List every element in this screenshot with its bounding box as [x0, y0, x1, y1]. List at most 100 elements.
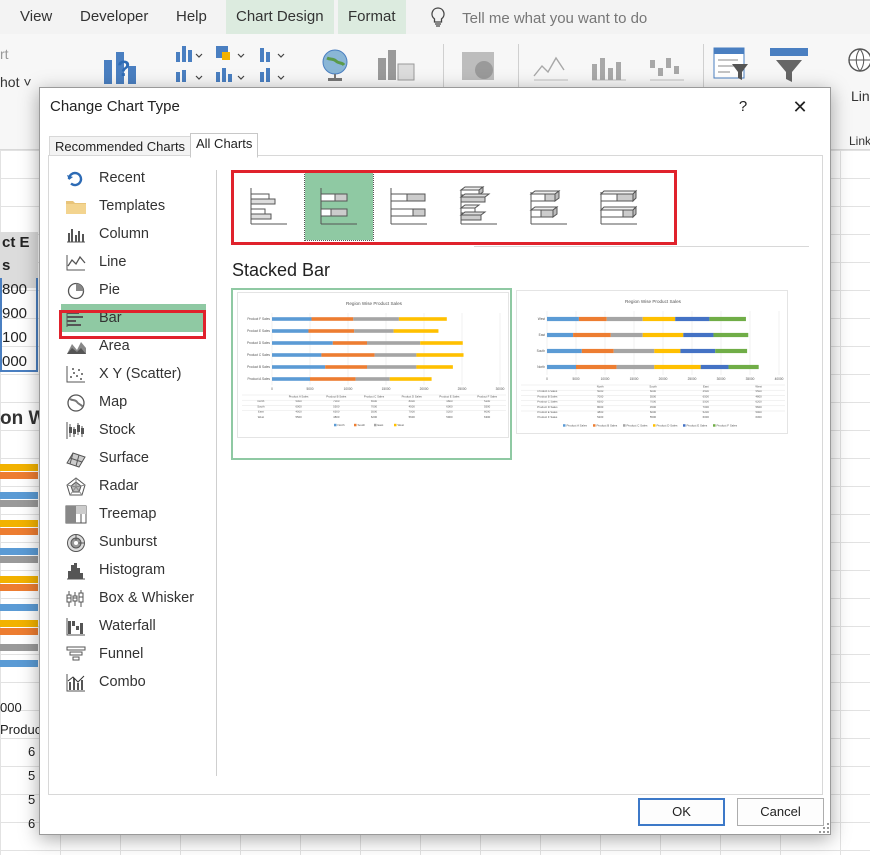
chart-type-column[interactable]: Column	[61, 220, 206, 248]
chart-type-box-whisker[interactable]: Box & Whisker	[61, 584, 206, 612]
axis-tick-label: 15000	[630, 377, 639, 381]
preview-option-1[interactable]: Region Wise Product Sales050001000015000…	[231, 288, 512, 460]
table-cell: 6000	[650, 389, 657, 393]
preview-chart-1: Region Wise Product Sales050001000015000…	[238, 293, 509, 438]
chart-type-sunburst[interactable]: Sunburst	[61, 528, 206, 556]
quick-layout-icon[interactable]	[172, 42, 302, 90]
ok-button[interactable]: OK	[638, 798, 725, 826]
chart-type-label: Histogram	[99, 562, 165, 578]
legend-entry: Product F Sales	[717, 423, 738, 427]
chart-type-radar[interactable]: Radar	[61, 472, 206, 500]
value-cell[interactable]: 100	[2, 329, 27, 346]
tell-me-box[interactable]: Tell me what you want to do	[430, 7, 647, 27]
table-cell: 6000	[446, 404, 453, 408]
pie-chart-icon	[65, 281, 87, 299]
chart-type-label: Recent	[99, 170, 145, 186]
legend-entry: East	[378, 423, 384, 427]
building-chart-icon[interactable]	[458, 48, 498, 84]
chart-type-label: Radar	[99, 478, 139, 494]
menu-chart-design[interactable]: Chart Design	[226, 0, 334, 34]
chart-type-surface[interactable]: Surface	[61, 444, 206, 472]
chart-type-area[interactable]: Area	[61, 332, 206, 360]
stacked-bar-icon	[317, 184, 361, 228]
value-cell[interactable]: 800	[2, 281, 27, 298]
stacked-bar-segment	[713, 333, 748, 337]
chart-type-bar[interactable]: Bar	[61, 304, 206, 332]
stacked-bar-segment	[547, 317, 579, 321]
subtype-row	[233, 166, 658, 244]
filter-table-icon[interactable]	[712, 46, 750, 84]
table-cell: 6000	[484, 410, 491, 414]
value-cell[interactable]: 000	[2, 353, 27, 370]
folder-icon	[65, 197, 87, 215]
link-globe-icon[interactable]	[846, 46, 870, 76]
category-label: Product D Sales	[247, 341, 270, 345]
chart-type-treemap[interactable]: Treemap	[61, 500, 206, 528]
axis-tick-label: 20000	[420, 387, 429, 391]
lightbulb-icon	[430, 7, 446, 27]
table-cell: 7000	[650, 400, 657, 404]
table-cell: 6500	[703, 394, 710, 398]
menu-view[interactable]: View	[20, 8, 52, 25]
stacked-bar-segment	[272, 341, 333, 345]
stacked-bar-segment	[547, 349, 582, 353]
axis-tick-label: 20000	[659, 377, 668, 381]
globe-icon[interactable]	[318, 46, 352, 86]
right-value: 5	[28, 792, 35, 807]
table-cell: 5900	[755, 410, 762, 414]
chart-type-histogram[interactable]: Histogram	[61, 556, 206, 584]
table-cell: 7000	[333, 399, 340, 403]
move-chart-icon[interactable]	[376, 48, 416, 84]
help-button[interactable]: ?	[730, 94, 756, 120]
chart-type-combo[interactable]: Combo	[61, 668, 206, 696]
menu-format[interactable]: Format	[338, 0, 406, 34]
chart-type-waterfall[interactable]: Waterfall	[61, 612, 206, 640]
close-button[interactable]: ✕	[787, 94, 813, 120]
legend-swatch	[394, 424, 397, 427]
subtype-stacked-bar[interactable]	[305, 172, 373, 240]
value-cell[interactable]: 900	[2, 305, 27, 322]
subtype-3d-100-stacked-bar[interactable]	[585, 172, 653, 240]
filter-icon[interactable]	[768, 46, 810, 84]
chart-type-pie[interactable]: Pie	[61, 276, 206, 304]
stacked-bar-segment	[375, 353, 417, 357]
sparkline-icons[interactable]	[532, 52, 702, 82]
stacked-bar-segment	[272, 353, 321, 357]
resize-grip-icon[interactable]	[818, 822, 830, 834]
subtype-100-stacked-bar[interactable]	[375, 172, 443, 240]
chart-type-label: Waterfall	[99, 618, 156, 634]
cancel-button[interactable]: Cancel	[737, 798, 824, 826]
chart-type-label: Line	[99, 254, 126, 270]
subtype-clustered-bar[interactable]	[235, 172, 303, 240]
ribbon-text-left-2[interactable]: hot ˅	[0, 74, 32, 90]
menu-help[interactable]: Help	[176, 8, 207, 25]
legend-entry: North	[338, 423, 345, 427]
stacked-bar-segment	[607, 317, 643, 321]
chart-type-templates[interactable]: Templates	[61, 192, 206, 220]
chart-type-label: Box & Whisker	[99, 590, 194, 606]
chart-type-x-y-scatter[interactable]: X Y (Scatter)	[61, 360, 206, 388]
stacked-bar-segment	[308, 329, 354, 333]
change-colors-icon[interactable]: ?	[100, 46, 140, 88]
chart-type-label: Funnel	[99, 646, 143, 662]
chart-type-funnel[interactable]: Funnel	[61, 640, 206, 668]
box-whisker-chart-icon	[65, 589, 87, 607]
preview-option-2[interactable]: Region Wise Product Sales050001000015000…	[516, 288, 792, 438]
stacked-bar-segment	[312, 317, 354, 321]
ribbon-text-right-1[interactable]: Lin	[851, 88, 870, 104]
chart-type-recent[interactable]: Recent	[61, 164, 206, 192]
chart-type-map[interactable]: Map	[61, 388, 206, 416]
menu-developer[interactable]: Developer	[80, 8, 148, 25]
chart-type-label: X Y (Scatter)	[99, 366, 181, 382]
table-cell: 6200	[755, 400, 762, 404]
subtype-3d-stacked-bar[interactable]	[515, 172, 583, 240]
header-cell-2: s	[2, 257, 38, 274]
subtype-3d-clustered-bar[interactable]	[445, 172, 513, 240]
line-chart-icon	[65, 253, 87, 271]
chart-type-stock[interactable]: Stock	[61, 416, 206, 444]
chart-type-label: Combo	[99, 674, 146, 690]
preview-chart-2: Region Wise Product Sales050001000015000…	[517, 291, 788, 434]
stacked-bar-segment	[367, 365, 416, 369]
chart-type-line[interactable]: Line	[61, 248, 206, 276]
tab-all-charts[interactable]: All Charts	[190, 133, 258, 158]
